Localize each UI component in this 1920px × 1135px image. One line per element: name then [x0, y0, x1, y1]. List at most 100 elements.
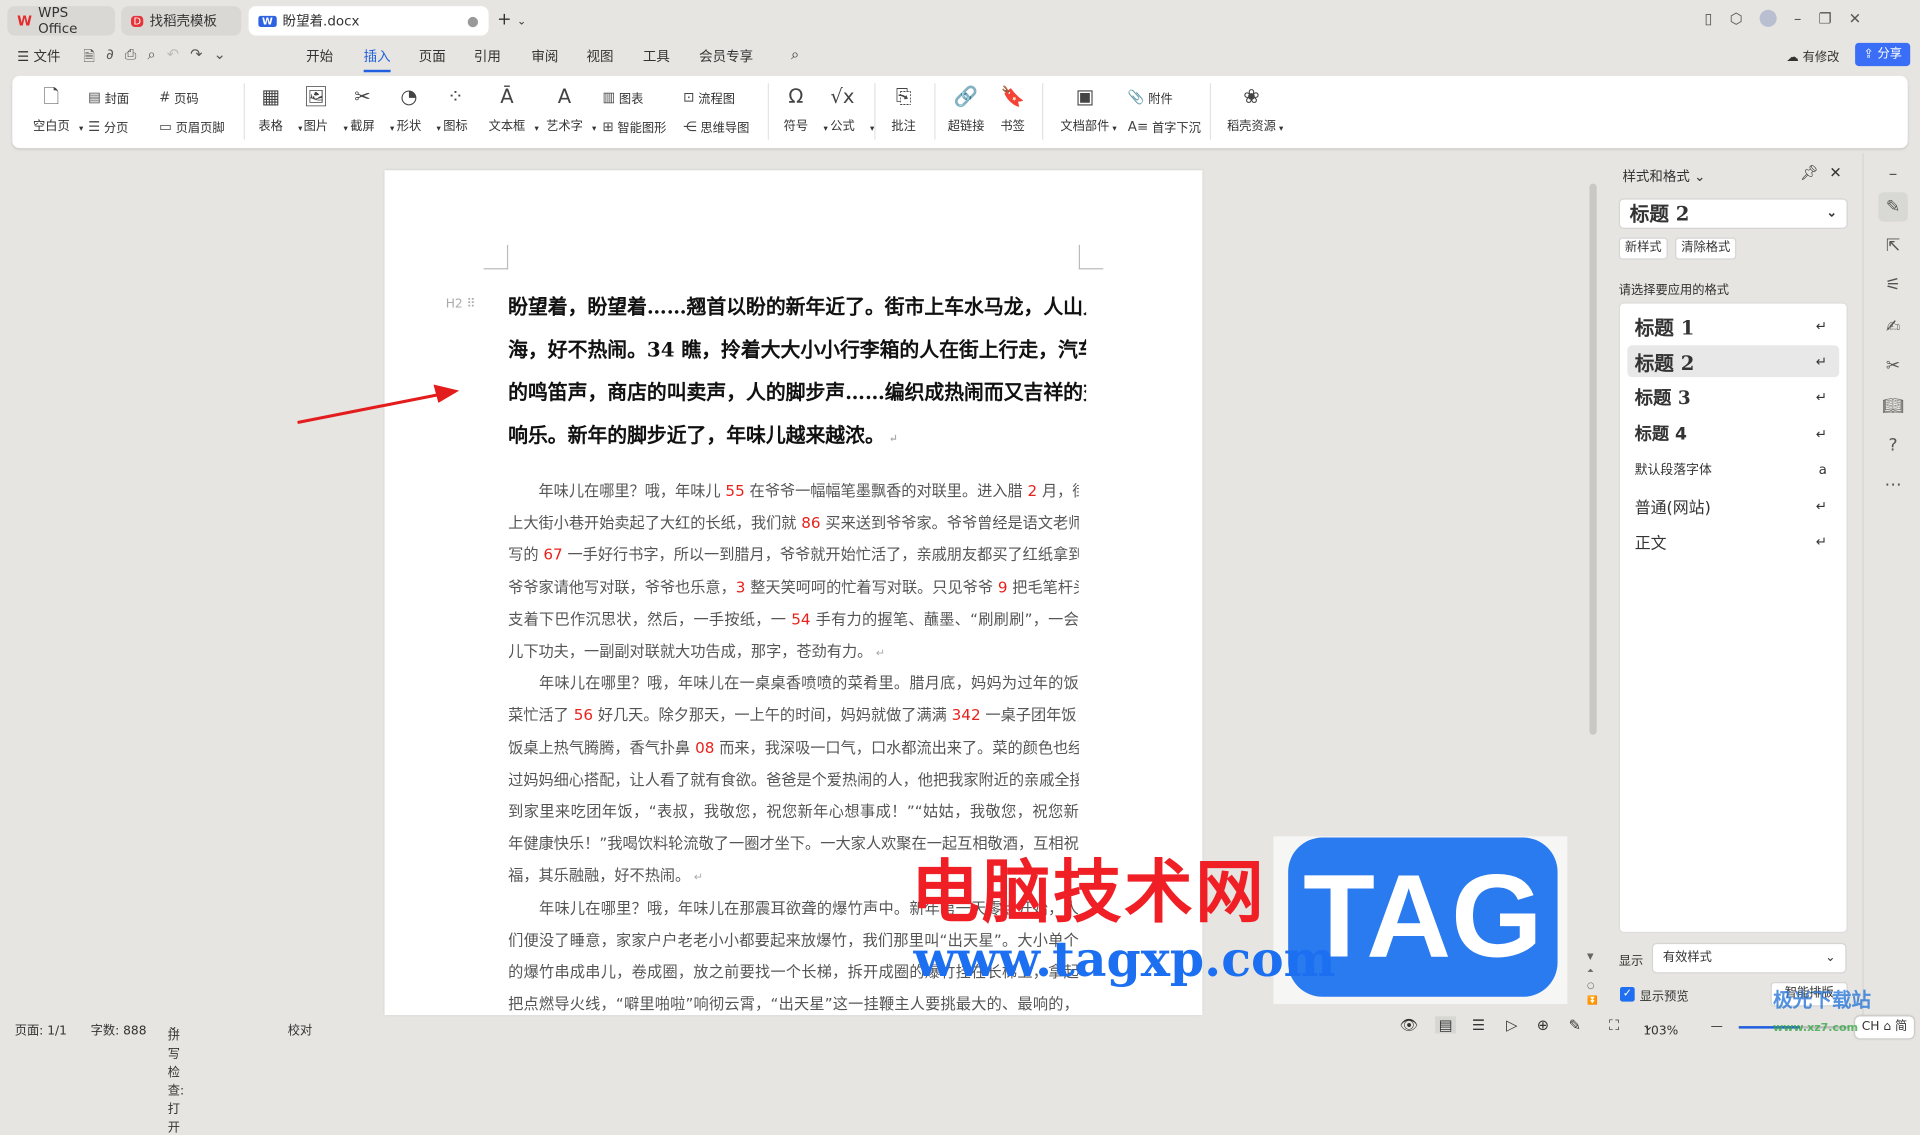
ribbon-textbox-button[interactable]: Ā 文本框 ▾ [482, 83, 539, 133]
pen-icon[interactable]: ✎ [1569, 1016, 1581, 1033]
ribbon-cover-button[interactable]: ▤ 封面 [88, 88, 129, 106]
outline-view-icon[interactable]: ☰ [1472, 1016, 1485, 1033]
share-button[interactable]: ⇪ 分享 [1855, 42, 1911, 67]
modified-status[interactable]: ☁ 有修改 [1787, 47, 1840, 64]
body-line[interactable]: 支着下巴作沉思状，然后，一手按纸，一 54 手有力的握笔、蘸墨、“刷刷刷”，一会 [508, 603, 1079, 635]
ribbon-symbol-button[interactable]: Ω 符号 ▾ [771, 83, 828, 133]
panel-title[interactable]: 样式和格式 ⌄ [1622, 167, 1705, 187]
more-icon[interactable]: ⋯ [1878, 470, 1907, 499]
mobile-icon[interactable]: ▯ [1704, 10, 1712, 27]
style-item[interactable]: 普通(网站) ↵ [1627, 490, 1839, 522]
menu-5[interactable]: 视图 [587, 47, 614, 67]
fit-icon[interactable]: ⛶ [1609, 1016, 1619, 1034]
style-item[interactable]: 标题 2 ↵ [1627, 345, 1840, 378]
ribbon-picture-button[interactable]: 🖼 图片 ▾ [291, 83, 347, 133]
ribbon-screenshot-button[interactable]: ✂ 截屏 ▾ [338, 83, 394, 133]
file-menu[interactable]: ☰ 文件 [17, 47, 60, 67]
heading-marker[interactable]: H2 ⠿ [446, 298, 476, 311]
tools-icon[interactable]: ✂ [1878, 351, 1907, 380]
redo-icon[interactable]: ↷ [190, 45, 202, 71]
ribbon-wordart-button[interactable]: A 艺术字 ▾ [540, 83, 596, 133]
ribbon-mindmap-button[interactable]: ⋲ 思维导图 [683, 118, 749, 136]
body-line[interactable]: 年味儿在哪里？哦，年味儿在一桌桌香喷喷的菜肴里。腊月底，妈妈为过年的饭 [508, 668, 1079, 700]
zoom-out-button[interactable]: — [1711, 1020, 1723, 1033]
word-count[interactable]: 字数: 888 [91, 1020, 147, 1038]
body-line[interactable]: 年味儿在哪里？哦，年味儿 55 在爷爷一幅幅笔墨飘香的对联里。进入腊 2 月，街 [508, 475, 1078, 507]
tab-wps-office[interactable]: W WPS Office [7, 5, 116, 37]
web-view-icon[interactable]: ⊕ [1537, 1016, 1549, 1033]
spell-check-toggle[interactable]: 拼写检查: 打开 ⌄ [168, 1020, 184, 1135]
style-item[interactable]: 标题 4 ↵ [1627, 418, 1839, 450]
help-icon[interactable]: ? [1878, 431, 1907, 460]
ribbon-shape-button[interactable]: ◔ 形状 ▾ [384, 83, 441, 133]
style-pen-icon[interactable]: ✎ [1878, 192, 1908, 222]
zoom-level[interactable]: 103% ⌄ [1643, 1020, 1678, 1038]
body-line[interactable]: 饭桌上热气腾腾，香气扑鼻 08 而来，我深吸一口气，口水都流出来了。菜的颜色也经 [508, 732, 1079, 764]
heading-line[interactable]: 海，好不热闹。34 瞧，拎着大大小小行李箱的人在街上行走，汽车 [508, 328, 1086, 371]
ribbon-attachment-button[interactable]: 📎 附件 [1128, 88, 1173, 106]
new-tab-button[interactable]: + ⌄ [497, 10, 526, 30]
heading-line[interactable]: 响乐。新年的脚步近了，年味儿越来越浓。 ↵ [508, 414, 1086, 457]
ribbon-page-break-button[interactable]: ☰ 分页 [88, 118, 128, 136]
ribbon-docer-resource-button[interactable]: ❀ 稻壳资源 ▾ [1227, 83, 1283, 133]
ribbon-doc-parts-button[interactable]: ▣ 文档部件 ▾ [1060, 83, 1116, 133]
book-search-icon[interactable]: 📖︎ [1878, 392, 1907, 421]
close-button[interactable]: ✕ [1849, 10, 1861, 27]
heading-line[interactable]: 的鸣笛声，商店的叫卖声，人的脚步声……编织成热闹而又吉祥的交 [508, 371, 1086, 414]
ribbon-comment-button[interactable]: ⎘ 批注 [879, 83, 928, 133]
save-icon[interactable]: 🗎 [83, 45, 95, 71]
ribbon-smart-art-button[interactable]: ⊞ 智能图形 [602, 118, 666, 136]
ribbon-drop-cap-button[interactable]: A≡ 首字下沉 [1128, 118, 1201, 136]
vertical-scrollbar[interactable] [1589, 183, 1597, 735]
body-line[interactable]: 到家里来吃团年饭，“表叔，我敬您，祝您新年心想事成！”“姑姑，我敬您，祝您新 [508, 796, 1079, 828]
menu-2[interactable]: 页面 [419, 47, 446, 67]
undo-icon[interactable]: ↶ [167, 45, 179, 71]
select-cursor-icon[interactable]: ⇱ [1878, 231, 1907, 260]
pin-icon[interactable]: 📌︎ [1800, 164, 1819, 181]
close-panel-icon[interactable]: ✕ [1829, 164, 1841, 181]
ribbon-table-button[interactable]: ▦ 表格 ▾ [246, 83, 302, 133]
search-icon[interactable]: ⌕ [791, 45, 799, 63]
style-item[interactable]: 标题 1 ↵ [1627, 310, 1839, 342]
ribbon-bookmark-button[interactable]: 🔖 书签 [988, 83, 1037, 133]
tab-docer-templates[interactable]: D 找稻壳模板 [121, 6, 242, 36]
new-style-button[interactable]: 新样式 [1618, 237, 1668, 260]
style-item[interactable]: 默认段落字体 a [1627, 454, 1839, 486]
style-item[interactable]: 正文 ↵ [1627, 526, 1839, 558]
body-line[interactable]: 过妈妈细心搭配，让人看了就有食欲。爸爸是个爱热闹的人，他把我家附近的亲戚全接 [508, 764, 1079, 796]
print-preview-icon[interactable]: ⌕ [148, 45, 156, 71]
ribbon-blank-page-button[interactable]: 🗋 空白页 ▾ [27, 83, 83, 133]
menu-4[interactable]: 审阅 [531, 47, 558, 67]
clear-format-button[interactable]: 清除格式 [1675, 237, 1737, 260]
print-icon[interactable]: ⎙ [125, 45, 137, 71]
show-select[interactable]: 有效样式 ⌄ [1651, 942, 1847, 974]
play-icon[interactable]: ▷ [1506, 1016, 1517, 1033]
ribbon-flowchart-button[interactable]: ⊡ 流程图 [683, 88, 735, 106]
heading-line[interactable]: 盼望着，盼望着……翘首以盼的新年近了。街市上车水马龙，人山人 [508, 285, 1086, 328]
body-line[interactable]: 把点燃导火线，“噼里啪啦”响彻云霄，“出天星”这一挂鞭主人要挑最大的、最响的， [508, 988, 1079, 1015]
ribbon-chart-button[interactable]: ▥ 图表 [602, 88, 643, 106]
share-link-icon[interactable]: ∂ [106, 45, 114, 71]
ribbon-page-number-button[interactable]: # 页码 [159, 88, 198, 106]
ribbon-hyperlink-button[interactable]: 🔗 超链接 [942, 83, 991, 133]
ai-write-icon[interactable]: ✍ [1878, 312, 1907, 341]
page-view-icon[interactable]: ▤ [1435, 1016, 1457, 1034]
page-nav-buttons[interactable]: ▼ ⏶ ○ ⏬ [1587, 949, 1598, 1008]
ribbon-formula-button[interactable]: √x 公式 ▾ [818, 83, 874, 133]
menu-0[interactable]: 开始 [306, 47, 333, 67]
cube-icon[interactable]: ⬡ [1730, 10, 1743, 27]
menu-1[interactable]: 插入 [363, 47, 391, 73]
tab-document[interactable]: W 盼望着.docx ● [248, 6, 489, 36]
proofread-button[interactable]: 校对 [288, 1020, 312, 1038]
body-line[interactable]: 儿下功夫，一副副对联就大功告成，那字，苍劲有力。 ↵ [508, 636, 1079, 668]
menu-6[interactable]: 工具 [643, 47, 670, 67]
eye-icon[interactable]: 👁︎ [1400, 1016, 1419, 1033]
more-chevron-icon[interactable]: ⌄ [213, 45, 225, 71]
minimize-button[interactable]: – [1794, 10, 1801, 27]
body-line[interactable]: 爷爷家请他写对联，爷爷也乐意，3 整天笑呵呵的忙着写对联。只见爷爷 9 把毛笔杆… [508, 571, 1079, 603]
menu-7[interactable]: 会员专享 [699, 47, 753, 67]
body-line[interactable]: 菜忙活了 56 好几天。除夕那天，一上午的时间，妈妈就做了满满 342 一桌子团… [508, 700, 1079, 732]
ribbon-header-footer-button[interactable]: ▭ 页眉页脚 [159, 118, 224, 136]
ribbon-icons-button[interactable]: ⁘ 图标 [431, 83, 480, 133]
current-style-select[interactable]: 标题 2 ⌄ [1618, 198, 1848, 229]
